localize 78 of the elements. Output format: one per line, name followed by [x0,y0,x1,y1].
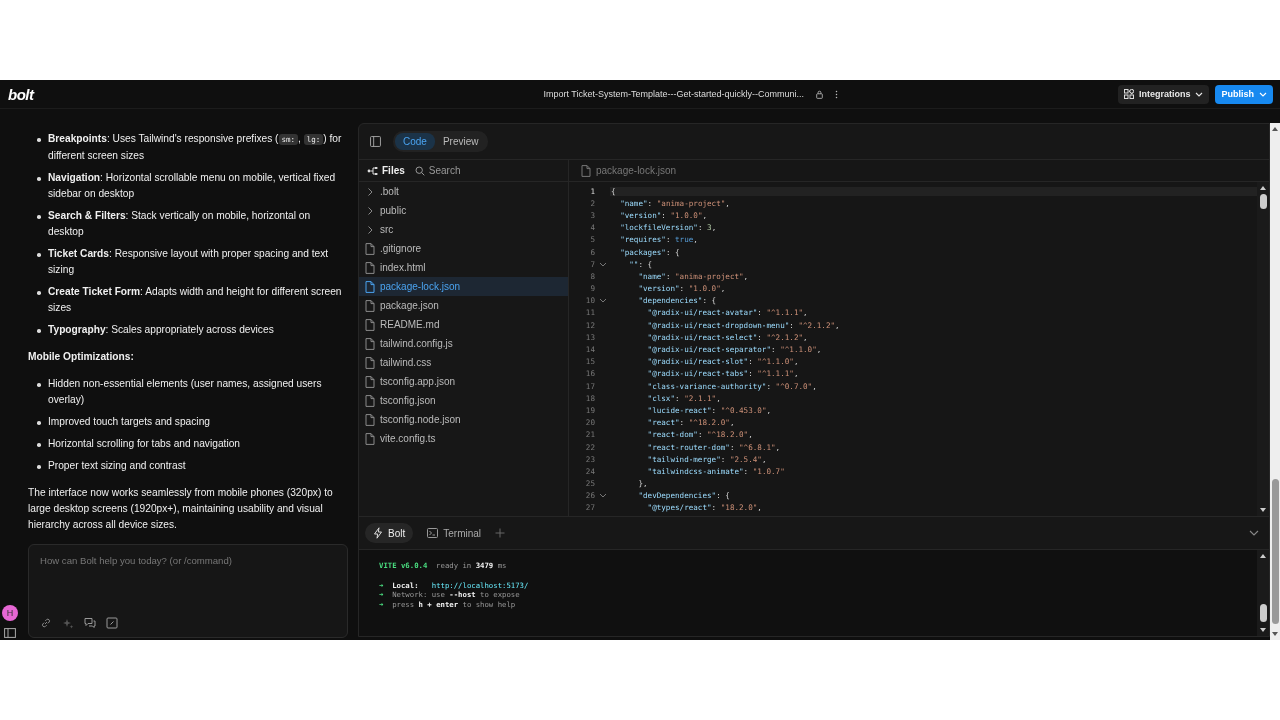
terminal-tab[interactable]: Terminal [419,523,490,543]
collapse-icon[interactable] [1249,530,1259,536]
chevron-icon [365,205,375,216]
section-heading: Mobile Optimizations: [28,350,135,364]
lightning-icon [373,527,383,539]
sparkle-icon[interactable] [62,617,74,629]
project-title: Import Ticket-System-Template---Get-started-quickly--Communi... [543,89,804,99]
file-icon [365,280,375,293]
chevron-icon[interactable] [598,298,607,304]
chevron-icon [365,186,375,197]
chevron-icon[interactable] [598,261,607,267]
file-icon [581,164,591,177]
logo: bolt [8,85,34,103]
bolt-tab[interactable]: Bolt [365,523,414,543]
list-item: Proper text sizing and contrast [28,458,348,474]
sidebar-icon[interactable] [4,628,16,638]
file-item[interactable]: package-lock.json [359,277,568,296]
file-icon [365,337,375,350]
terminal-icon [427,528,439,538]
file-item[interactable]: tsconfig.json [359,391,568,410]
file-icon [365,413,375,426]
list-item: Hidden non-essential elements (user names, assigned users overlay) [28,376,348,408]
list-item: Ticket Cards: Responsive layout with proper spacing and text sizing [28,246,348,278]
list-item: Horizontal scrolling for tabs and navigation [28,436,348,452]
edit-icon[interactable] [106,617,118,629]
caret-icon [1259,91,1267,97]
integrations-icon [1123,89,1134,99]
view-tab[interactable]: Preview [434,133,487,150]
file-icon [365,242,375,255]
user-avatar[interactable]: H [2,605,18,621]
file-item[interactable]: tailwind.css [359,353,568,372]
folder-item[interactable]: public [359,201,568,220]
editor-tab[interactable]: package-lock.json [581,164,677,177]
scrollbar[interactable] [1257,550,1269,636]
folder-item[interactable]: .bolt [359,182,568,201]
scroll-thumb[interactable] [1271,479,1279,624]
file-item[interactable]: vite.config.ts [359,429,568,448]
list-item: Typography: Scales appropriately across devices [28,322,348,338]
publish-button[interactable]: Publish [1215,84,1273,104]
file-icon [365,375,375,388]
file-item[interactable]: .gitignore [359,239,568,258]
integrations-button[interactable]: Integrations [1117,84,1210,104]
page-scrollbar[interactable] [1270,123,1280,640]
file-item[interactable]: index.html [359,258,568,277]
sidebar-icon[interactable] [370,136,381,147]
folder-item[interactable]: src [359,220,568,239]
list-item: Navigation: Horizontal scrollable menu on mobile, vertical fixed sidebar on desktop [28,170,348,202]
file-icon [365,261,375,274]
scroll-thumb[interactable] [1259,604,1267,622]
message-paragraph: The interface now works seamlessly from mobile phones (320px) to large desktop screens (1920px+), maintaining usability and visual hierarchy across all device sizes. [28,486,334,532]
file-icon [365,394,375,407]
link-icon[interactable] [40,617,52,629]
tree-icon [367,165,378,176]
list-item: Create Ticket Form: Adapts width and height for different screen sizes [28,284,348,316]
file-item[interactable]: tailwind.config.js [359,334,568,353]
view-tab[interactable]: Code [395,133,435,150]
chevron-icon[interactable] [598,493,607,499]
chevron-icon [365,224,375,235]
files-tab[interactable]: Files [365,165,407,176]
search-icon [414,165,425,176]
chat-icon[interactable] [84,617,96,629]
file-icon [365,356,375,369]
caret-icon [1195,91,1204,97]
file-item[interactable]: README.md [359,315,568,334]
file-item[interactable]: tsconfig.node.json [359,410,568,429]
prompt-field[interactable]: How can Bolt help you today? (or /command) [28,544,348,638]
prompt-input[interactable]: How can Bolt help you today? (or /command) [40,555,337,617]
scroll-thumb[interactable] [1259,194,1267,209]
file-icon [365,318,375,331]
list-item: Search & Filters: Stack vertically on mobile, horizontal on desktop [28,208,348,240]
file-icon [365,299,375,312]
search-tab[interactable]: Search [412,165,463,176]
file-item[interactable]: package.json [359,296,568,315]
file-item[interactable]: tsconfig.app.json [359,372,568,391]
list-item: Improved touch targets and spacing [28,414,348,430]
scrollbar[interactable] [1257,182,1269,516]
lock-icon [816,89,823,99]
file-icon [365,432,375,445]
